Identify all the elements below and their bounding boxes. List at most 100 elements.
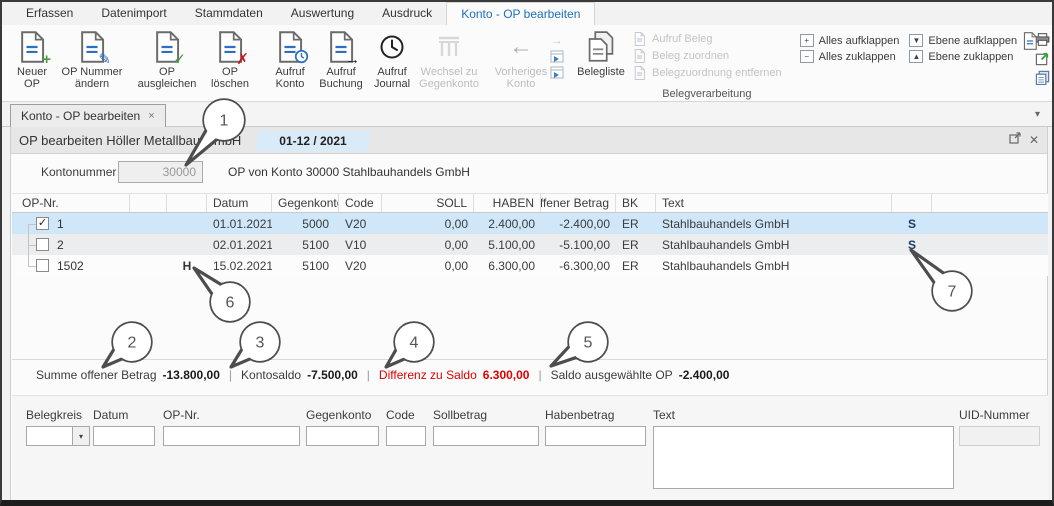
ebene-zuklappen-button[interactable]: ▲ Ebene zuklappen — [909, 50, 1017, 63]
group-belegliste: Belegliste Aufruf Beleg Beleg zuordnen B… — [572, 27, 788, 101]
tree-connector — [22, 234, 36, 255]
op-bearbeiten-panel: OP bearbeiten Höller Metallbau GmbH 01-1… — [10, 127, 1048, 500]
mini-clock-icon — [294, 49, 309, 67]
col-rest — [932, 194, 1048, 212]
storno-flag: S — [907, 237, 916, 252]
ribbon-body: + Neuer OP ✎ OP Nummer ändern ✓ OP ausgl… — [2, 25, 1052, 101]
kontonummer-label: Kontonummer — [41, 165, 117, 179]
row-checkbox[interactable]: ✓ — [36, 217, 49, 230]
col-text[interactable]: Text — [656, 194, 892, 212]
ebene-aufklappen-button[interactable]: ▼ Ebene aufklappen — [909, 34, 1017, 47]
col-op-nr[interactable]: OP-Nr. — [12, 194, 130, 212]
page-icon[interactable] — [1022, 32, 1038, 53]
arrow-right-icon: → — [345, 51, 360, 68]
row-checkbox[interactable]: ✓ — [36, 259, 49, 272]
belegzuordnung-entfernen-button[interactable]: Belegzuordnung entfernen — [632, 66, 782, 80]
ribbon-tab-ausdruck[interactable]: Ausdruck — [368, 2, 446, 25]
op-loeschen-button[interactable]: ✗ OP löschen — [204, 28, 256, 92]
col-offener-betrag[interactable]: offener Betrag — [541, 194, 616, 212]
pencil-icon: ✎ — [98, 51, 111, 68]
habenbetrag-input[interactable] — [545, 426, 646, 446]
code-input[interactable] — [386, 426, 426, 446]
popout-icon[interactable] — [1009, 132, 1021, 147]
vorheriges-konto-button[interactable]: ← Vorheriges Konto — [492, 28, 550, 92]
nav-mini-buttons: → — [550, 28, 564, 79]
summary-item: Kontosaldo -7.500,00 — [241, 368, 358, 382]
konto-info-text: OP von Konto 30000 Stahlbauhandels GmbH — [228, 165, 470, 179]
ribbon-tab-auswertung[interactable]: Auswertung — [277, 2, 368, 25]
liste-kopieren-button[interactable]: Liste kopieren — [1035, 70, 1054, 84]
beleg-zuordnen-button[interactable]: Beleg zuordnen — [632, 49, 782, 63]
ribbon-tab-erfassen[interactable]: Erfassen — [12, 2, 87, 25]
naechstes-konto-icon[interactable]: → — [550, 34, 564, 47]
aufruf-journal-button[interactable]: Aufruf Journal — [368, 28, 416, 92]
clock-icon — [379, 34, 405, 60]
aufruf-buchung-button[interactable]: → Aufruf Buchung — [314, 28, 368, 92]
group-op: + Neuer OP ✎ OP Nummer ändern ✓ OP ausgl… — [8, 27, 258, 101]
op-table: OP-Nr. Datum Gegenkonto Code SOLL HABEN … — [12, 193, 1048, 276]
ribbon-tab-konto-op-bearbeiten[interactable]: Konto - OP bearbeiten — [446, 2, 596, 25]
table-row[interactable]: ✓ 1 01.01.2021 5000 V20 0,00 2.400,00 -2… — [12, 213, 1048, 234]
liste-exportieren-button[interactable]: Liste exportieren ▾ — [1035, 51, 1054, 65]
belegliste-button[interactable]: Belegliste — [574, 28, 628, 80]
kontonummer-input[interactable] — [118, 161, 203, 183]
doc-icon — [632, 32, 647, 46]
aufruf-konto-button[interactable]: Aufruf Konto — [266, 28, 314, 92]
op-nr-input[interactable] — [163, 426, 300, 446]
wechsel-zu-gegenkonto-button[interactable]: Wechsel zu Gegenkonto — [416, 28, 482, 92]
col-flag1[interactable] — [130, 194, 167, 212]
expand-all-icon: + — [799, 34, 814, 47]
plus-icon: + — [42, 51, 51, 68]
document-tab-konto-op-bearbeiten[interactable]: Konto - OP bearbeiten × — [10, 104, 166, 127]
ribbon-tab-datenimport[interactable]: Datenimport — [87, 2, 180, 25]
col-flag2[interactable] — [167, 194, 207, 212]
tree-connector — [22, 255, 36, 276]
group-navigation: ← Vorheriges Konto → — [490, 27, 566, 101]
aufruf-beleg-button[interactable]: Aufruf Beleg — [632, 32, 782, 46]
table-row[interactable]: ✓ 1502 H 15.02.2021 5100 V20 0,00 6.300,… — [12, 255, 1048, 276]
tab-list-dropdown-icon[interactable]: ▾ — [1035, 109, 1040, 120]
col-s[interactable] — [892, 194, 932, 212]
ribbon-tab-bar: Erfassen Datenimport Stammdaten Auswertu… — [2, 2, 1052, 25]
tab-close-icon[interactable]: × — [148, 110, 154, 122]
gegenkonto-input[interactable] — [306, 426, 379, 446]
panel-title: OP bearbeiten Höller Metallbau GmbH — [19, 132, 242, 148]
ribbon-tab-stammdaten[interactable]: Stammdaten — [181, 2, 277, 25]
app-window: Erfassen Datenimport Stammdaten Auswertu… — [0, 0, 1054, 506]
row-checkbox[interactable]: ✓ — [36, 238, 49, 251]
sollbetrag-input[interactable] — [433, 426, 539, 446]
col-gegenkonto[interactable]: Gegenkonto — [272, 194, 339, 212]
belegkreis-input[interactable] — [26, 426, 73, 446]
alles-aufklappen-button[interactable]: + Alles aufklappen — [799, 34, 899, 47]
neuer-op-button[interactable]: + Neuer OP — [10, 28, 54, 92]
op-nummer-aendern-button[interactable]: ✎ OP Nummer ändern — [54, 28, 130, 92]
belegkreis-dropdown-icon[interactable]: ▾ — [73, 426, 90, 446]
col-bk[interactable]: BK — [616, 194, 656, 212]
op-ausgleichen-button[interactable]: ✓ OP ausgleichen — [130, 28, 204, 92]
text-input[interactable] — [653, 426, 954, 489]
table-nav-down-icon[interactable] — [550, 66, 564, 79]
storno-flag: S — [907, 216, 916, 231]
col-soll[interactable]: SOLL — [382, 194, 474, 212]
export-icon — [1035, 51, 1050, 65]
table-row[interactable]: ✓ 2 02.01.2021 5100 V10 0,00 5.100,00 -5… — [12, 234, 1048, 255]
summary-item: Saldo ausgewählte OP -2.400,00 — [550, 368, 730, 382]
cross-icon: ✗ — [236, 51, 249, 68]
period-badge[interactable]: 01-12 / 2021 — [257, 131, 369, 151]
check-icon: ✓ — [173, 51, 186, 68]
close-icon[interactable]: ✕ — [1029, 133, 1039, 147]
uid-nummer-input[interactable] — [959, 426, 1040, 446]
level-collapse-icon: ▲ — [909, 50, 924, 63]
tree-connector — [22, 213, 36, 234]
alles-zuklappen-button[interactable]: − Alles zuklappen — [799, 50, 900, 63]
col-code[interactable]: Code — [339, 194, 382, 212]
doc-icon — [632, 49, 647, 63]
col-haben[interactable]: HABEN — [474, 194, 541, 212]
col-datum[interactable]: Datum — [207, 194, 272, 212]
uid-nummer-label: UID-Nummer — [959, 408, 1030, 422]
datum-label: Datum — [93, 408, 129, 422]
table-nav-up-icon[interactable] — [550, 50, 564, 63]
group-caption-belegverarbeitung: Belegverarbeitung — [662, 88, 752, 100]
code-label: Code — [386, 408, 415, 422]
datum-input[interactable] — [93, 426, 155, 446]
